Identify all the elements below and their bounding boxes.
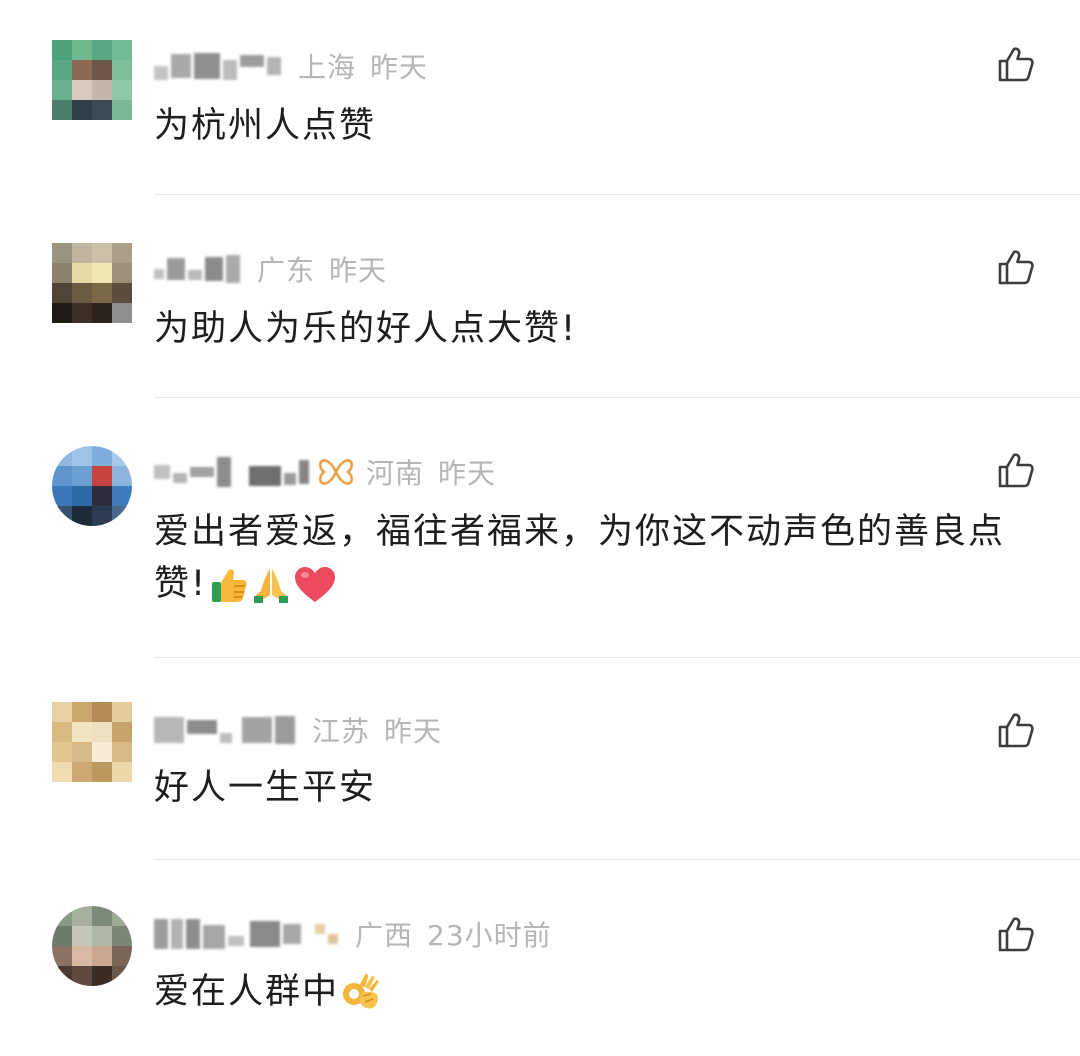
thumbs-up-outline-icon	[998, 250, 1034, 285]
folded-hands-emoji	[254, 569, 289, 603]
comment-text: 好人一生平安	[154, 762, 1014, 814]
comment-text-body: 为杭州人点赞	[154, 106, 377, 146]
comment-text: 为助人为乐的好人点大赞!	[154, 303, 1014, 355]
comment-text-body: 为助人为乐的好人点大赞!	[154, 309, 578, 349]
avatar[interactable]	[52, 40, 132, 120]
comment-text-body: 爱在人群中	[154, 972, 340, 1012]
comment-location: 上海	[298, 51, 357, 84]
username-blurred[interactable]	[154, 452, 312, 492]
comment-time: 昨天	[384, 715, 443, 748]
red-heart-emoji	[295, 567, 336, 602]
username-blurred[interactable]	[154, 710, 298, 750]
username-blurred[interactable]	[154, 46, 284, 86]
like-button[interactable]	[996, 247, 1036, 287]
comment-meta: 上海 昨天	[154, 46, 428, 86]
comment-text: 为杭州人点赞	[154, 100, 1014, 152]
comment-location: 江苏	[312, 715, 371, 748]
username-blurred[interactable]	[154, 914, 341, 954]
thumbs-up-outline-icon	[998, 453, 1034, 488]
like-button[interactable]	[996, 710, 1036, 750]
thumbs-up-outline-icon	[998, 47, 1034, 82]
username-blurred[interactable]	[154, 249, 243, 289]
comment-meta: 江苏 昨天	[154, 710, 442, 750]
comment-time: 昨天	[438, 457, 497, 490]
comment-location: 广西	[355, 919, 414, 952]
comment-time: 昨天	[370, 51, 429, 84]
avatar[interactable]	[52, 702, 132, 782]
comment-location: 河南	[366, 457, 425, 490]
comment-location: 广东	[257, 254, 316, 287]
divider	[154, 397, 1080, 398]
comment-list: 上海 昨天 为杭州人点赞 广东 昨天 为助人为乐的好人点大赞! 河南 昨天 爱出…	[0, 0, 1080, 1056]
thumbs-up-emoji	[212, 569, 247, 602]
comment-meta: 广西 23小时前	[154, 914, 552, 954]
comment-text-body: 好人一生平安	[154, 768, 377, 808]
like-button[interactable]	[996, 914, 1036, 954]
comment-text: 爱出者爱返，福往者福来，为你这不动声色的善良点赞!	[154, 506, 1014, 610]
avatar[interactable]	[52, 243, 132, 323]
divider	[154, 859, 1080, 860]
comment-meta: 广东 昨天	[154, 249, 387, 289]
thumbs-up-outline-icon	[998, 713, 1034, 748]
butterfly-badge-icon	[318, 459, 354, 485]
divider	[154, 657, 1080, 658]
comment-text: 爱在人群中	[154, 966, 1014, 1018]
ok-hand-emoji	[343, 973, 379, 1009]
like-button[interactable]	[996, 44, 1036, 84]
thumbs-up-outline-icon	[998, 917, 1034, 952]
avatar[interactable]	[52, 446, 132, 526]
comment-meta: 河南 昨天	[154, 452, 496, 492]
comment-time: 23小时前	[427, 919, 552, 952]
avatar[interactable]	[52, 906, 132, 986]
divider	[154, 194, 1080, 195]
comment-time: 昨天	[329, 254, 388, 287]
like-button[interactable]	[996, 450, 1036, 490]
